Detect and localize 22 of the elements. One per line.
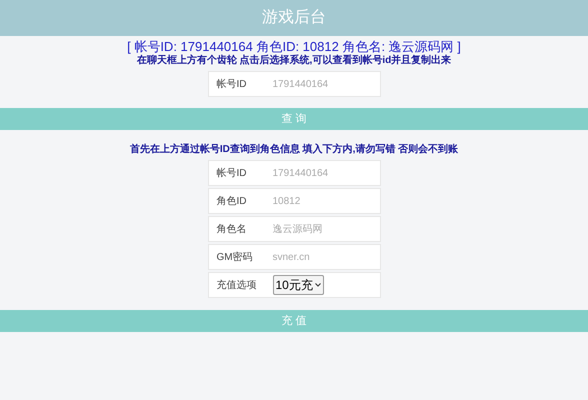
input-field[interactable]: 1791440164 — [272, 166, 372, 180]
notice-text: 首先在上方通过帐号ID查询到角色信息 填入下方内,请勿写错 否则会不到账 — [128, 144, 460, 156]
form-field[interactable]: GM密码 svner.cn — [208, 244, 380, 270]
recharge-select[interactable]: 10元充 — [272, 275, 324, 295]
field-label: 角色名 — [216, 222, 248, 236]
field-label: 角色ID — [216, 194, 248, 208]
form-field[interactable]: 帐号ID 1791440164 — [208, 71, 380, 97]
field-label: GM密码 — [216, 250, 254, 264]
input-field[interactable]: svner.cn — [272, 250, 372, 264]
field-label: 帐号ID — [216, 166, 248, 180]
input-field[interactable]: 10812 — [272, 194, 372, 208]
hint-text: 在聊天框上方有个齿轮 点击后选择系统,可以查看到帐号id并且复制出来 — [136, 55, 452, 67]
input-field[interactable]: 逸云源码网 — [272, 222, 372, 236]
account-info: [ 帐号ID: 1791440164 角色ID: 10812 角色名: 逸云源码网 ] — [126, 38, 462, 54]
field-label: 充值选项 — [216, 278, 258, 292]
input-field[interactable]: 1791440164 — [272, 76, 372, 92]
chevron-down-icon — [314, 283, 321, 287]
field-label: 帐号ID — [216, 78, 248, 92]
form-field[interactable]: 角色ID 10812 — [208, 188, 380, 214]
form-field[interactable]: 帐号ID 1791440164 — [208, 160, 380, 186]
page-title: 游戏后台 — [262, 8, 326, 28]
form-field[interactable]: 角色名 逸云源码网 — [208, 216, 380, 242]
